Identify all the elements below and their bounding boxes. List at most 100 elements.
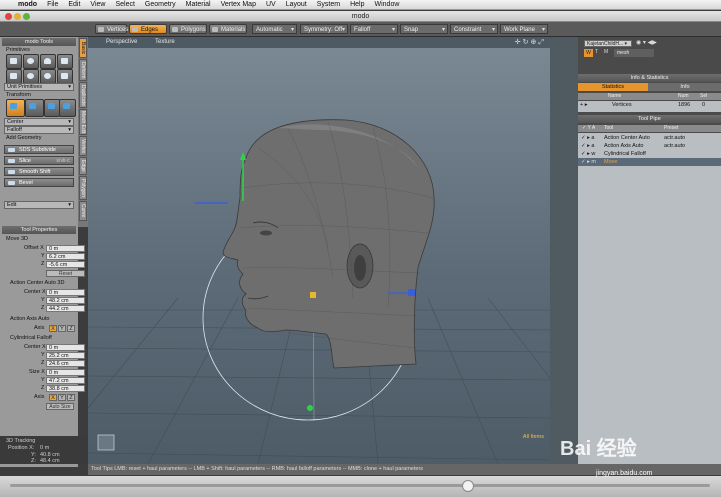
expand-icon[interactable]: + ▸	[580, 101, 588, 109]
tab-polygon[interactable]: Polygon	[79, 176, 87, 200]
check-icon[interactable]: ✓ ▸ a	[581, 142, 594, 150]
constraint-dropdown[interactable]: Constraint	[450, 24, 498, 35]
tab-edge[interactable]: Edge	[79, 157, 87, 175]
tab-duplicate[interactable]: Duplicate	[79, 82, 87, 108]
ellipsoid-primitive-button[interactable]	[40, 69, 56, 84]
toolpipe-row[interactable]: ✓ ▸ w Cylindrical Falloff	[578, 150, 721, 158]
edit-dropdown[interactable]: Edit	[4, 201, 74, 209]
tab-deform[interactable]: Deform	[79, 59, 87, 81]
mode-materials-button[interactable]: Materials	[209, 24, 247, 34]
gizmo-x-handle[interactable]	[408, 289, 415, 296]
video-scrubber[interactable]	[0, 476, 721, 497]
tab-t[interactable]: T	[595, 49, 598, 55]
rotate-icon[interactable]: ↻	[523, 39, 531, 46]
center-x-field[interactable]: 0 m	[46, 289, 85, 296]
scrubber-handle[interactable]	[462, 480, 474, 492]
size-y-field[interactable]: 47.2 cm	[46, 377, 85, 384]
action-center-dropdown[interactable]: Automatic	[252, 24, 297, 35]
scrubber-track[interactable]	[10, 484, 710, 487]
menu-file[interactable]: File	[47, 1, 58, 8]
cyl-center-y-field[interactable]: 25.2 cm	[46, 352, 85, 359]
tab-curve[interactable]: Curve	[79, 201, 87, 221]
zoom-window-button[interactable]	[23, 13, 30, 20]
snap-dropdown[interactable]: Snap	[400, 24, 448, 35]
transform-tool-button[interactable]	[59, 99, 76, 117]
stats-row[interactable]: + ▸ Vertices 1896 0	[578, 101, 721, 109]
mode-edges-button[interactable]: Edges	[129, 24, 167, 34]
tab-m[interactable]: M	[604, 49, 608, 55]
toolpipe-row[interactable]: ✓ ▸ a Action Center Auto actr.auto	[578, 134, 721, 142]
menu-view[interactable]: View	[90, 1, 105, 8]
offset-z-field[interactable]: -5.6 cm	[46, 261, 85, 268]
size-x-field[interactable]: 0 m	[46, 369, 85, 376]
mode-polygons-button[interactable]: Polygons	[169, 24, 207, 34]
axis2-y-button[interactable]: Y	[58, 394, 66, 401]
falloff-dropdown[interactable]: Falloff	[350, 24, 398, 35]
tab-vertex[interactable]: Vertex	[79, 136, 87, 156]
smooth-shift-button[interactable]: Smooth Shift	[4, 167, 74, 176]
reset-button[interactable]: Reset	[46, 270, 85, 277]
cyl-center-x-field[interactable]: 0 m	[46, 344, 85, 351]
falloff-tool-dropdown[interactable]: Falloff	[4, 126, 74, 134]
size-z-field[interactable]: 38.8 cm	[46, 385, 85, 392]
menu-window[interactable]: Window	[375, 1, 400, 8]
axis-y-button[interactable]: Y	[58, 325, 66, 332]
tab-info[interactable]: Info	[650, 83, 720, 91]
wedge-primitive-button[interactable]	[57, 69, 73, 84]
menu-layout[interactable]: Layout	[286, 1, 307, 8]
item-selector-dropdown[interactable]: KajetanChildH... ▾	[584, 40, 632, 47]
move-tool-button[interactable]	[6, 99, 25, 117]
center-z-field[interactable]: 44.2 cm	[46, 305, 85, 312]
axis2-x-button[interactable]: X	[49, 394, 57, 401]
crosshair-icon[interactable]: ✛	[515, 39, 523, 46]
slice-button[interactable]: Slice Shift-C	[4, 156, 74, 165]
tab-w[interactable]: W	[584, 49, 593, 57]
symmetry-dropdown[interactable]: Symmetry: Off	[300, 24, 348, 35]
unit-primitives-dropdown[interactable]: Unit Primitives	[4, 83, 74, 91]
menu-edit[interactable]: Edit	[68, 1, 80, 8]
menu-select[interactable]: Select	[115, 1, 134, 8]
toolpipe-row[interactable]: ✓ ▸ a Action Axis Auto actr.auto	[578, 142, 721, 150]
menu-material[interactable]: Material	[186, 1, 211, 8]
maximize-icon[interactable]: ⤢	[538, 39, 546, 46]
app-menu[interactable]: modo	[18, 1, 37, 8]
mode-vertices-button[interactable]: Vertices	[95, 24, 128, 34]
sds-subdivide-button[interactable]: SDS Subdivide	[4, 145, 74, 154]
toroid-primitive-button[interactable]	[23, 69, 39, 84]
falloff-base-handle[interactable]	[307, 405, 313, 411]
mesh-tab[interactable]: mesh	[614, 49, 654, 57]
capsule-primitive-button[interactable]	[6, 69, 22, 84]
menu-help[interactable]: Help	[350, 1, 364, 8]
toolpipe-row-selected[interactable]: ✓ ▸ m Move	[578, 158, 721, 166]
rotate-tool-button[interactable]	[25, 99, 44, 117]
axis-z-button[interactable]: Z	[67, 325, 75, 332]
axis-x-button[interactable]: X	[49, 325, 57, 332]
3d-viewport[interactable]: Perspective Texture ✛↻⊕⤢ All Items	[88, 37, 550, 464]
tab-statistics[interactable]: Statistics	[578, 83, 648, 91]
scale-tool-button[interactable]	[44, 99, 60, 117]
offset-y-field[interactable]: 6.2 cm	[46, 253, 85, 260]
work-plane-dropdown[interactable]: Work Plane	[500, 24, 548, 35]
check-icon[interactable]: ✓ ▸ m	[581, 158, 596, 166]
close-window-button[interactable]	[5, 13, 12, 20]
minimize-window-button[interactable]	[14, 13, 21, 20]
cylinder-primitive-button[interactable]	[57, 54, 73, 69]
menu-uv[interactable]: UV	[266, 1, 276, 8]
cube-primitive-button[interactable]	[6, 54, 22, 69]
check-icon[interactable]: ✓ ▸ w	[581, 150, 595, 158]
center-dropdown[interactable]: Center	[4, 118, 74, 126]
offset-x-field[interactable]: 0 m	[46, 245, 85, 252]
bevel-button[interactable]: Bevel	[4, 178, 74, 187]
falloff-handle[interactable]	[310, 292, 316, 298]
item-icons-row[interactable]: ◉ ▾ ◀▶	[636, 39, 657, 46]
cyl-center-z-field[interactable]: 24.6 cm	[46, 360, 85, 367]
tab-basic[interactable]: Basic	[79, 38, 87, 58]
sphere-primitive-button[interactable]	[23, 54, 39, 69]
menu-vertex-map[interactable]: Vertex Map	[221, 1, 256, 8]
axis2-z-button[interactable]: Z	[67, 394, 75, 401]
tab-perspective[interactable]: Perspective	[106, 39, 137, 45]
tab-mesh-edit[interactable]: Mesh Edit	[79, 109, 87, 135]
check-icon[interactable]: ✓ ▸ a	[581, 134, 594, 142]
cone-primitive-button[interactable]	[40, 54, 56, 69]
menu-geometry[interactable]: Geometry	[145, 1, 176, 8]
